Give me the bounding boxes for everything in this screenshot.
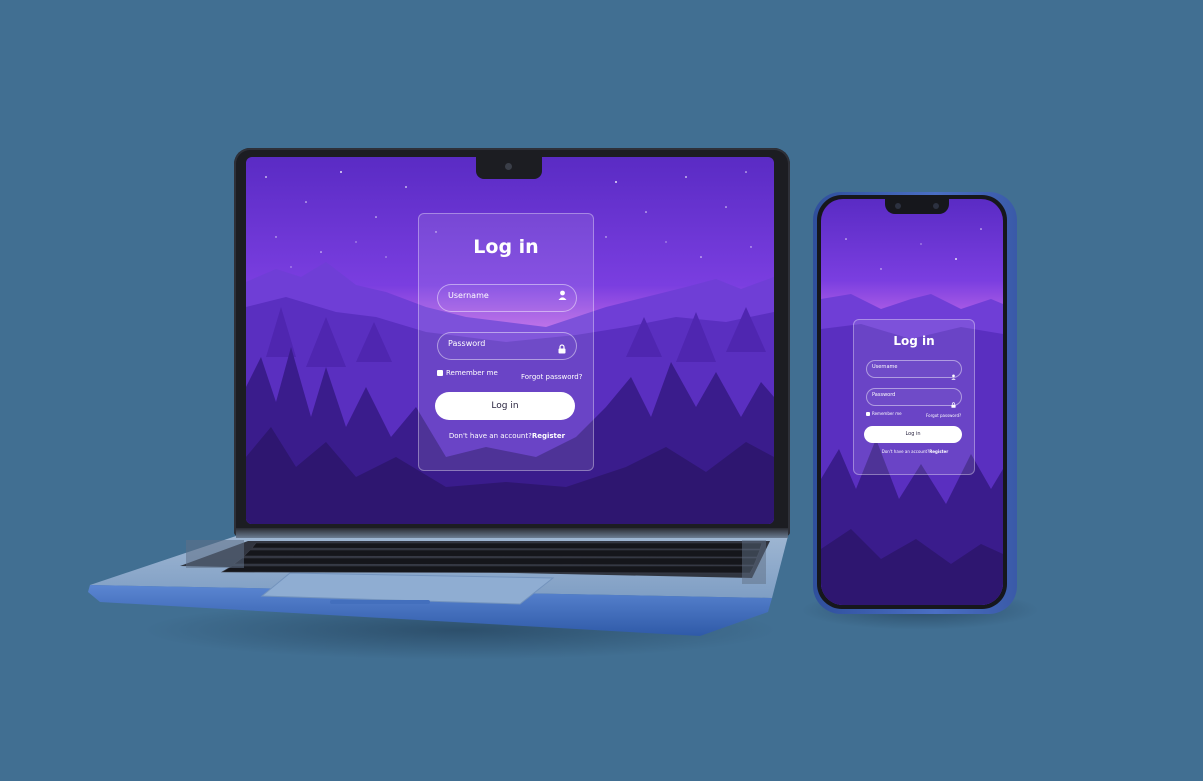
login-button[interactable]: Log in [435,392,575,420]
phone-username-input[interactable]: Username [872,364,898,370]
lock-icon [556,339,568,358]
phone-no-account-text: Don't have an account? [881,449,930,454]
register-link[interactable]: Register [532,432,565,440]
username-input[interactable]: Username [448,291,489,300]
laptop-screen: Log in Username Password Remember me For… [246,157,774,524]
laptop-camera [505,163,512,170]
phone-login-button[interactable]: Log in [864,426,962,443]
remember-checkbox[interactable] [437,370,443,376]
password-field[interactable]: Password [437,332,577,360]
remember-label: Remember me [446,369,498,377]
login-card: Log in Username Password Remember me For… [418,213,594,471]
register-row: Don't have an account?Register [419,432,595,440]
phone-dynamic-island [885,198,949,214]
mockup-stage: Log in Username Password Remember me For… [0,0,1203,781]
phone-remember-label: Remember me [872,411,902,416]
phone-lock-icon [949,393,957,412]
phone-login-title: Log in [893,334,935,348]
password-input[interactable]: Password [448,339,485,348]
phone-username-field[interactable]: Username [866,360,962,380]
phone-user-icon [949,365,957,384]
forgot-password-link[interactable]: Forgot password? [521,373,582,381]
phone-camera [895,203,901,209]
phone-password-field[interactable]: Password [866,388,962,408]
user-icon [556,290,568,303]
phone-screen: Log in Username Password Remember me For… [821,199,1003,605]
phone-forgot-password-link[interactable]: Forgot password? [926,413,961,418]
no-account-text: Don't have an account? [448,432,532,440]
phone-remember-checkbox[interactable] [866,412,870,416]
phone-login-card: Log in Username Password Remember me For… [853,319,975,475]
phone-password-input[interactable]: Password [872,392,895,398]
phone-register-row: Don't have an account?Register [854,449,976,454]
laptop-hinge [236,528,788,538]
phone-sensor [933,203,939,209]
phone-register-link[interactable]: Register [929,449,948,454]
username-field[interactable]: Username [437,284,577,312]
login-title: Log in [473,236,539,258]
